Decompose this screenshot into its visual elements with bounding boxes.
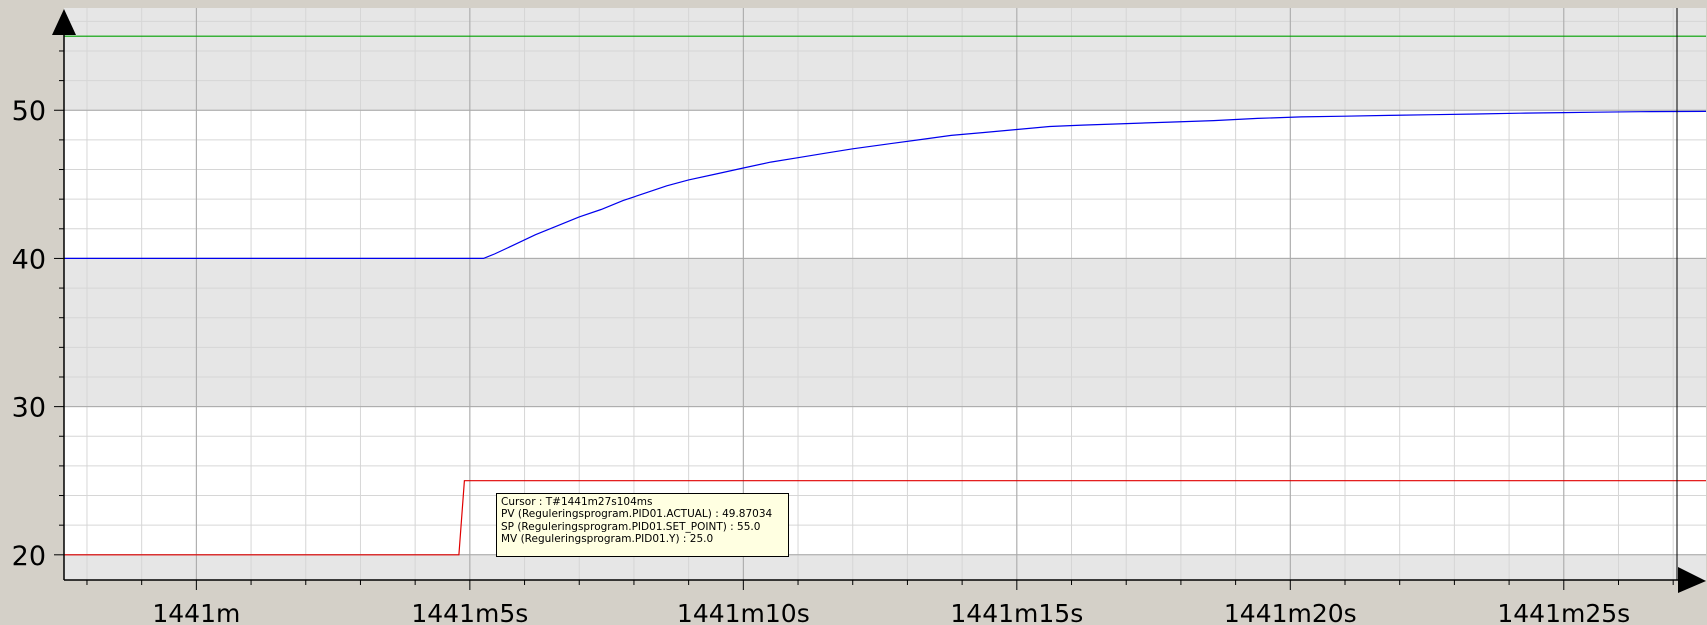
x-tick-label: 1441m20s [1224, 599, 1357, 625]
cursor-tooltip: Cursor : T#1441m27s104ms PV (Regulerings… [496, 493, 789, 557]
x-tick-label: 1441m [152, 599, 240, 625]
plot-bands [64, 8, 1706, 580]
x-tick-label: 1441m15s [950, 599, 1083, 625]
x-tick-label: 1441m5s [411, 599, 528, 625]
y-tick-label: 40 [12, 244, 46, 275]
plot-band [64, 258, 1706, 407]
x-axis-labels: 1441m 1441m5s 1441m10s 1441m15s 1441m20s 1441… [152, 599, 1630, 625]
plot-band [64, 110, 1706, 259]
tooltip-mv-value: MV (Reguleringsprogram.PID01.Y) : 25.0 [501, 532, 714, 545]
y-tick-label: 50 [12, 96, 46, 127]
tooltip-pv-value: PV (Reguleringsprogram.PID01.ACTUAL) : 4… [501, 508, 773, 521]
trend-chart[interactable]: 20304050 1441m 1441m5s 1441m10s 1441m15s 144… [0, 0, 1707, 625]
x-tick-label: 1441m10s [677, 599, 810, 625]
plot-band [64, 554, 1706, 580]
x-tick-label: 1441m25s [1497, 599, 1630, 625]
y-axis-labels: 20 30 40 50 [12, 96, 46, 572]
tooltip-cursor-time: Cursor : T#1441m27s104ms [501, 496, 653, 508]
y-tick-label: 30 [12, 393, 46, 424]
plot-band [64, 8, 1706, 111]
trend-viewer: 20 30 40 50 1441m 1441m5s 1441m10s 1441m15s 144… [0, 0, 1707, 625]
y-tick-label: 20 [12, 541, 46, 572]
tooltip-sp-value: SP (Reguleringsprogram.PID01.SET_POINT) … [501, 520, 761, 533]
